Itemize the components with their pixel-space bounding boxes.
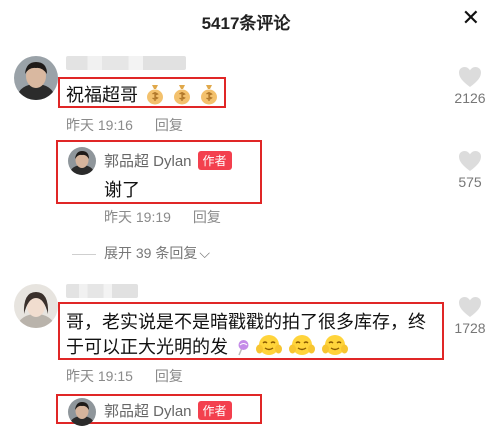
money-bag-icon <box>172 83 192 110</box>
comment-meta: 昨天 19:15 回复 <box>66 366 201 386</box>
author-name[interactable]: 郭品超 Dylan <box>104 153 192 170</box>
clap-face-icon <box>322 333 349 362</box>
money-bag-icon <box>199 83 219 110</box>
lollipop-icon <box>235 339 249 362</box>
expand-replies-button[interactable]: 展开 39 条回复 ⌵ <box>72 243 210 263</box>
commenter-name-blurred <box>66 56 186 70</box>
reply-button[interactable]: 回复 <box>155 117 183 133</box>
like-count: 575 <box>458 174 482 190</box>
divider <box>72 253 96 255</box>
author-reply-time: 昨天 19:19 <box>104 209 171 225</box>
commenter-name-blurred <box>66 284 138 298</box>
author-reply-header: 郭品超 Dylan 作者 <box>104 400 232 421</box>
like-count: 1728 <box>454 320 486 336</box>
author-badge: 作者 <box>197 401 232 420</box>
comment-count-title: 5417条评论 <box>201 14 291 33</box>
author-avatar[interactable] <box>68 147 96 175</box>
author-reply-header: 郭品超 Dylan 作者 <box>104 150 232 171</box>
heart-icon <box>459 297 481 317</box>
author-name[interactable]: 郭品超 Dylan <box>104 403 192 420</box>
comments-header: 5417条评论 ✕ <box>0 0 492 38</box>
like-button[interactable]: 2126 <box>440 66 492 106</box>
comment-text: 祝福超哥 <box>66 81 219 110</box>
clap-face-icon <box>256 333 283 362</box>
reply-button[interactable]: 回复 <box>155 368 183 384</box>
avatar[interactable] <box>14 56 58 100</box>
heart-icon <box>459 151 481 171</box>
avatar[interactable] <box>14 284 58 328</box>
comment-time: 昨天 19:15 <box>66 368 133 384</box>
money-bag-icon <box>145 83 165 110</box>
reply-button[interactable]: 回复 <box>193 209 221 225</box>
close-icon[interactable]: ✕ <box>462 6 480 30</box>
comment-text-line2: 于可以正大光明的发 <box>66 333 349 362</box>
author-reply-text: 谢了 <box>104 180 140 200</box>
author-reply-meta: 昨天 19:19 回复 <box>104 207 239 227</box>
author-badge: 作者 <box>197 151 232 170</box>
author-avatar[interactable] <box>68 398 96 426</box>
heart-icon <box>459 67 481 87</box>
chevron-down-icon: ⌵ <box>199 245 210 261</box>
comment-meta: 昨天 19:16 回复 <box>66 115 201 135</box>
comment-time: 昨天 19:16 <box>66 117 133 133</box>
expand-replies-label: 展开 39 条回复 <box>104 245 198 261</box>
like-count: 2126 <box>454 90 486 106</box>
comment-text: 哥，老实说是不是暗戳戳的拍了很多库存，终 <box>66 312 426 332</box>
like-button[interactable]: 575 <box>440 150 492 190</box>
like-button[interactable]: 1728 <box>440 296 492 336</box>
clap-face-icon <box>289 333 316 362</box>
